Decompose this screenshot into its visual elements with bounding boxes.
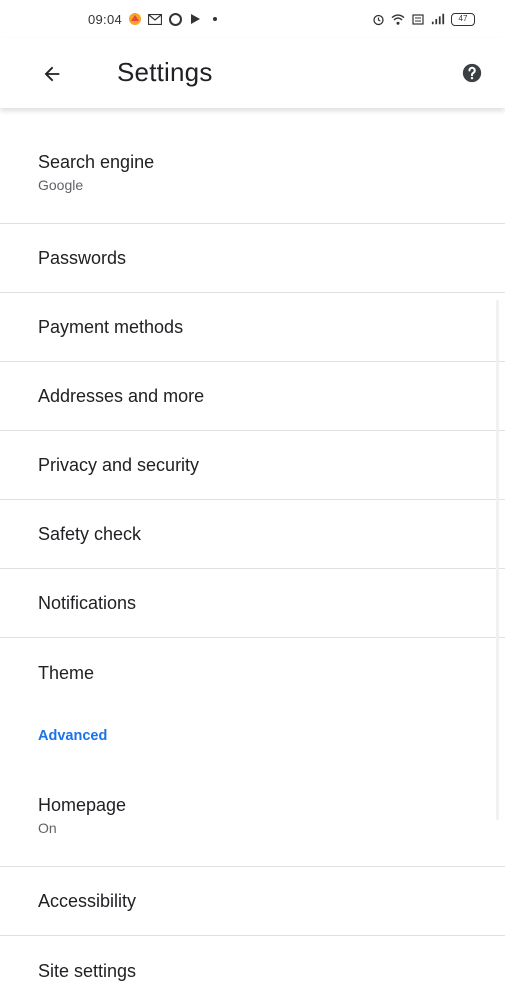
item-title: Passwords xyxy=(38,248,127,268)
help-button[interactable] xyxy=(459,60,485,86)
status-bar-right: 47 xyxy=(371,12,475,26)
app-icon xyxy=(128,12,142,26)
item-title: Privacy and security xyxy=(38,455,200,475)
alarm-icon xyxy=(371,12,385,26)
item-title: Search engine xyxy=(38,152,155,172)
settings-list: Search engine Google Passwords Payment m… xyxy=(0,122,505,983)
gmail-icon xyxy=(148,12,163,26)
item-subtitle: On xyxy=(38,820,57,836)
item-title: Accessibility xyxy=(38,891,137,911)
item-title: Homepage xyxy=(38,795,127,815)
dot-icon xyxy=(208,12,222,26)
item-title: Notifications xyxy=(38,593,137,613)
settings-item-theme[interactable]: Theme xyxy=(0,638,505,707)
wifi-icon xyxy=(391,12,405,26)
settings-screen: 09:04 47 Settings Search engine Google P… xyxy=(0,0,505,983)
settings-item-safety-check[interactable]: Safety check xyxy=(0,500,505,569)
page-title: Settings xyxy=(117,57,213,87)
play-icon xyxy=(188,12,202,26)
settings-item-payment-methods[interactable]: Payment methods xyxy=(0,293,505,362)
settings-item-privacy[interactable]: Privacy and security xyxy=(0,431,505,500)
battery-icon: 47 xyxy=(451,12,475,26)
settings-item-addresses[interactable]: Addresses and more xyxy=(0,362,505,431)
back-button[interactable] xyxy=(32,54,72,94)
item-title: Site settings xyxy=(38,960,137,981)
item-title: Addresses and more xyxy=(38,386,205,406)
settings-item-notifications[interactable]: Notifications xyxy=(0,569,505,638)
settings-item-search-engine[interactable]: Search engine Google xyxy=(0,122,505,224)
settings-item-site-settings[interactable]: Site settings xyxy=(0,936,505,983)
help-icon xyxy=(462,63,482,83)
status-time: 09:04 xyxy=(88,11,123,27)
opera-icon xyxy=(168,12,182,26)
item-subtitle: Google xyxy=(38,177,84,193)
item-title: Safety check xyxy=(38,524,142,544)
app-toolbar: Settings xyxy=(0,38,505,108)
settings-item-passwords[interactable]: Passwords xyxy=(0,224,505,293)
arrow-back-icon xyxy=(44,66,60,82)
signal-icon xyxy=(431,12,445,26)
settings-item-homepage[interactable]: Homepage On xyxy=(0,765,505,867)
status-bar-left: 09:04 xyxy=(88,12,222,27)
status-bar: 09:04 47 xyxy=(0,0,505,38)
settings-item-accessibility[interactable]: Accessibility xyxy=(0,867,505,936)
item-title: Theme xyxy=(38,662,95,683)
scrollbar[interactable] xyxy=(496,300,499,820)
section-header-advanced: Advanced xyxy=(38,728,108,744)
data-icon xyxy=(411,12,425,26)
item-title: Payment methods xyxy=(38,317,184,337)
